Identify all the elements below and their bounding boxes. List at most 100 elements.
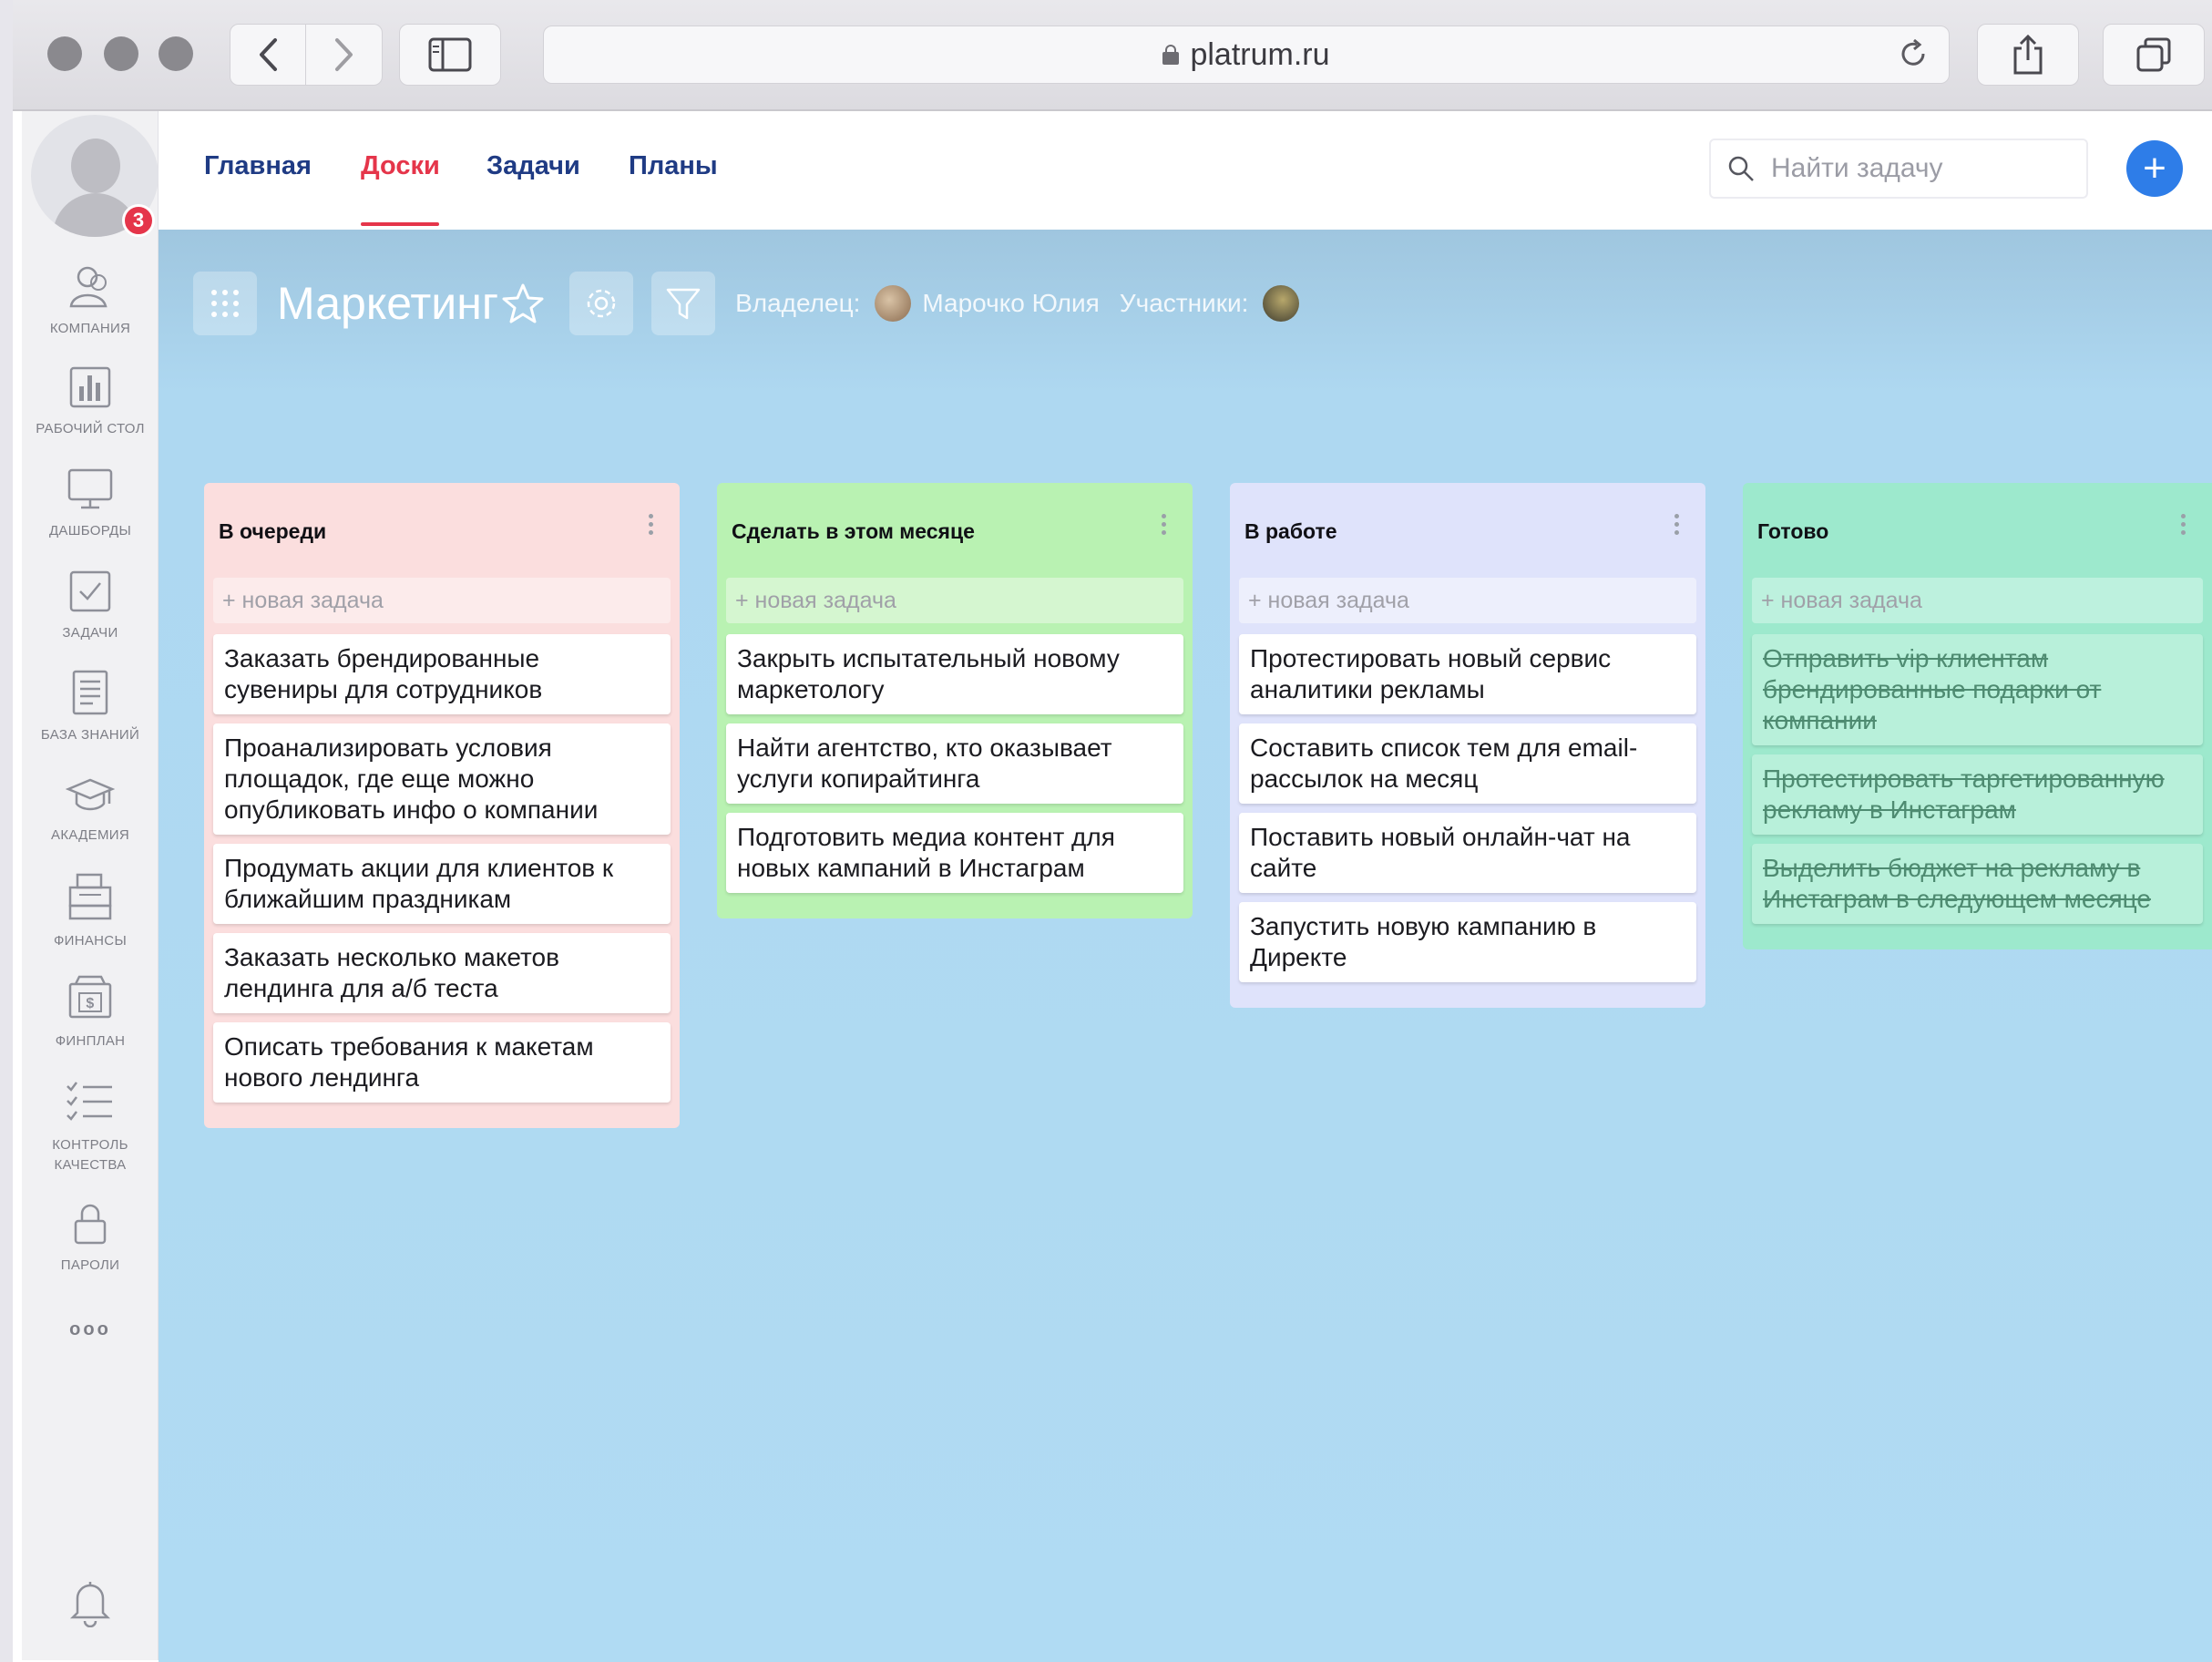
bar-chart-icon [69, 366, 111, 408]
owner-name[interactable]: Марочко Юлия [922, 289, 1099, 318]
zoom-window-button[interactable] [159, 36, 193, 71]
sidebar-item-tasks[interactable]: ЗАДАЧИ [22, 569, 159, 643]
checklist-icon [67, 1082, 112, 1121]
share-button[interactable] [1977, 24, 2079, 86]
search-box[interactable] [1709, 138, 2088, 199]
close-window-button[interactable] [47, 36, 82, 71]
filter-icon [666, 288, 701, 320]
tab-home[interactable]: Главная [204, 151, 312, 181]
column-menu-icon[interactable] [1674, 514, 1682, 538]
task-card[interactable]: Проанализировать условия площадок, где е… [213, 723, 671, 835]
column-queue: В очереди + новая задача Заказать бренди… [204, 483, 680, 1128]
members-label: Участники: [1119, 289, 1249, 317]
column-header: Сделать в этом месяце [726, 483, 1183, 578]
column-title: Готово [1757, 519, 1829, 543]
minimize-window-button[interactable] [104, 36, 138, 71]
board-menu-button[interactable] [193, 272, 257, 335]
column-menu-icon[interactable] [649, 514, 656, 538]
sidebar-item-dashboards[interactable]: ДАШБОРДЫ [22, 467, 159, 541]
column-header: В работе [1239, 483, 1696, 578]
column-this-month: Сделать в этом месяце + новая задача Зак… [717, 483, 1193, 918]
task-card[interactable]: Заказать несколько макетов лендинга для … [213, 933, 671, 1013]
checkbox-icon [69, 570, 111, 612]
sidebar-item-desktop[interactable]: РАБОЧИЙ СТОЛ [22, 364, 159, 439]
new-task-input[interactable]: + новая задача [1752, 578, 2203, 623]
back-button[interactable] [230, 24, 306, 86]
sidebar-item-company[interactable]: КОМПАНИЯ [22, 264, 159, 339]
tab-plans[interactable]: Планы [629, 151, 718, 181]
sidebar-item-label: ЗАДАЧИ [62, 625, 118, 641]
monitor-icon [67, 468, 113, 509]
new-task-input[interactable]: + новая задача [1239, 578, 1696, 623]
board-title: Маркетинг [277, 278, 499, 329]
chevron-right-icon [334, 38, 353, 71]
task-card[interactable]: Продумать акции для клиентов к ближайшим… [213, 844, 671, 924]
lock-icon [74, 1204, 107, 1245]
add-button[interactable]: + [2126, 140, 2183, 197]
sidebar-item-label: ФИНАНСЫ [53, 933, 128, 949]
address-bar[interactable]: platrum.ru [543, 26, 1950, 84]
task-card[interactable]: Поставить новый онлайн-чат на сайте [1239, 813, 1696, 893]
column-title: В очереди [219, 519, 327, 543]
sidebar-icon [428, 37, 472, 72]
sidebar-item-label: АКАДЕМИЯ [51, 827, 129, 843]
kanban-board: Маркетинг Владелец: Марочко Юлия Участни… [159, 230, 2212, 1662]
board-settings-button[interactable] [569, 272, 634, 335]
more-menu-button[interactable]: ooo [22, 1319, 159, 1340]
share-icon [2013, 34, 2043, 75]
column-menu-icon[interactable] [2181, 514, 2188, 538]
board-header: Маркетинг Владелец: Марочко Юлия Участни… [193, 270, 1310, 337]
sidebar-item-knowledge-base[interactable]: БАЗА ЗНАНИЙ [22, 669, 159, 745]
top-navigation: Главная Доски Задачи Планы + [159, 111, 2212, 230]
owner-label: Владелец: [735, 289, 861, 317]
forward-button[interactable] [306, 24, 383, 86]
task-card[interactable]: Найти агентство, кто оказывает услуги ко… [726, 723, 1183, 804]
browser-window: platrum.ru 3 КОМПАНИЯ РАБОЧИЙ СТОЛ ДАШБО… [13, 0, 2212, 1662]
task-card[interactable]: Заказать брендированные сувениры для сот… [213, 634, 671, 714]
sidebar-item-label-line2: КАЧЕСТВА [54, 1157, 127, 1173]
tab-tasks[interactable]: Задачи [486, 151, 580, 181]
chevron-left-icon [260, 38, 277, 71]
completed-task-card[interactable]: Выделить бюджет на рекламу в Инстаграм в… [1752, 844, 2203, 924]
sidebar-item-label: КОНТРОЛЬ [52, 1137, 128, 1153]
member-avatar[interactable] [1263, 285, 1300, 322]
sidebar-item-finplan[interactable]: $ ФИНПЛАН [22, 973, 159, 1052]
tab-boards[interactable]: Доски [361, 151, 440, 181]
task-card[interactable]: Протестировать новый сервис аналитики ре… [1239, 634, 1696, 714]
new-task-input[interactable]: + новая задача [213, 578, 671, 623]
browser-toolbar: platrum.ru [13, 0, 2212, 111]
sidebar-item-quality-control[interactable]: КОНТРОЛЬ КАЧЕСТВА [22, 1079, 159, 1175]
star-icon[interactable] [502, 282, 544, 324]
completed-task-card[interactable]: Протестировать таргетированную рекламу в… [1752, 754, 2203, 835]
sidebar-item-passwords[interactable]: ПАРОЛИ [22, 1201, 159, 1276]
task-card[interactable]: Описать требования к макетам нового ленд… [213, 1022, 671, 1103]
reload-icon[interactable] [1898, 37, 1929, 78]
column-title: Сделать в этом месяце [732, 519, 975, 543]
new-task-input[interactable]: + новая задача [726, 578, 1183, 623]
sidebar-item-label: РАБОЧИЙ СТОЛ [36, 421, 145, 436]
lock-icon [1162, 45, 1180, 65]
column-header: В очереди [213, 483, 671, 578]
completed-task-card[interactable]: Отправить vip клиентам брендированные по… [1752, 634, 2203, 745]
gear-icon [587, 289, 616, 318]
notifications-button[interactable] [22, 1576, 159, 1636]
column-menu-icon[interactable] [1162, 514, 1169, 538]
task-card[interactable]: Подготовить медиа контент для новых камп… [726, 813, 1183, 893]
sidebar-item-academy[interactable]: АКАДЕМИЯ [22, 776, 159, 846]
filter-button[interactable] [651, 272, 716, 335]
column-done: Готово + новая задача Отправить vip клие… [1743, 483, 2212, 949]
graduation-cap-icon [66, 778, 115, 811]
sidebar-item-label: БАЗА ЗНАНИЙ [40, 727, 140, 743]
sidebar-item-finance[interactable]: ФИНАНСЫ [22, 871, 159, 951]
task-card[interactable]: Составить список тем для email-рассылок … [1239, 723, 1696, 804]
board-meta: Владелец: Марочко Юлия Участники: [735, 285, 1310, 322]
task-card[interactable]: Закрыть испытательный новому маркетологу [726, 634, 1183, 714]
sidebar-toggle-button[interactable] [399, 24, 501, 86]
column-title: В работе [1244, 519, 1337, 543]
column-in-progress: В работе + новая задача Протестировать н… [1230, 483, 1705, 1008]
task-card[interactable]: Запустить новую кампанию в Директе [1239, 902, 1696, 982]
search-input[interactable] [1771, 153, 2063, 184]
tab-overview-button[interactable] [2103, 24, 2205, 86]
user-avatar[interactable]: 3 [31, 115, 159, 237]
owner-avatar[interactable] [875, 285, 912, 322]
